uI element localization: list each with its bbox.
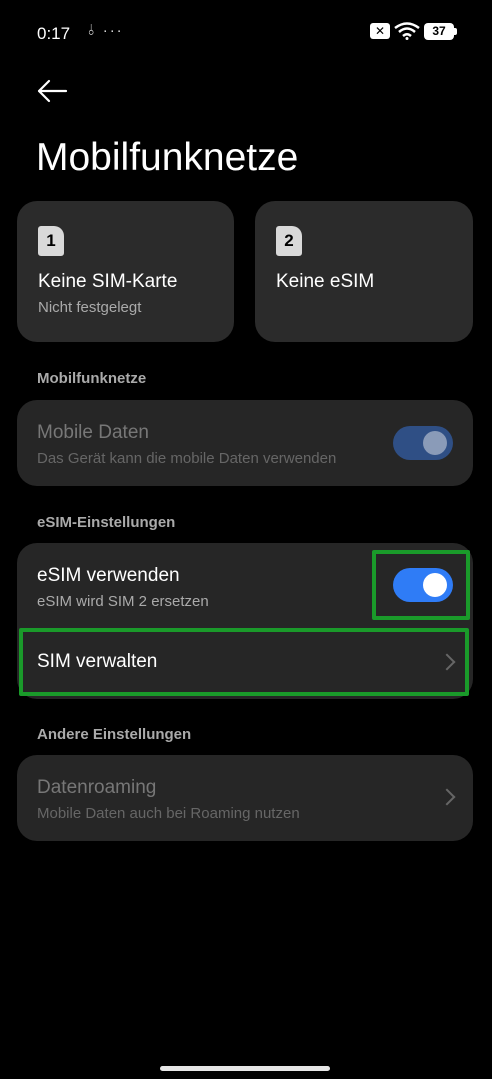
section-header-other: Andere Einstellungen [37, 726, 192, 743]
toggle-knob [423, 573, 447, 597]
mobile-data-group: Mobile Daten Das Gerät kann die mobile D… [17, 400, 473, 486]
notification-icons: ⫰ ··· [88, 22, 124, 39]
back-button[interactable] [34, 76, 70, 106]
use-esim-row[interactable]: eSIM verwenden eSIM wird SIM 2 ersetzen [17, 543, 473, 625]
chevron-right-icon [438, 653, 456, 671]
roaming-row[interactable]: Datenroaming Mobile Daten auch bei Roami… [17, 755, 473, 841]
sim-2-icon: 2 [276, 226, 302, 256]
status-right-icons: ✕ 37 [370, 22, 457, 40]
mobile-data-toggle[interactable] [393, 426, 453, 460]
sim-card-title: Keine SIM-Karte [38, 271, 178, 292]
section-header-mobile: Mobilfunknetze [37, 370, 147, 387]
sim-card-2[interactable]: 2 Keine eSIM [255, 201, 473, 342]
use-esim-title: eSIM verwenden [37, 565, 180, 586]
mobile-data-row[interactable]: Mobile Daten Das Gerät kann die mobile D… [17, 400, 473, 486]
use-esim-toggle[interactable] [393, 568, 453, 602]
status-time: 0:17 [37, 24, 71, 43]
use-esim-subtitle: eSIM wird SIM 2 ersetzen [37, 593, 209, 610]
wifi-icon [394, 22, 420, 40]
mobile-data-title: Mobile Daten [37, 422, 149, 443]
toggle-knob [423, 431, 447, 455]
chevron-right-icon [438, 788, 456, 806]
sim-card-title: Keine eSIM [276, 271, 375, 292]
battery-icon: 37 [424, 22, 457, 40]
roaming-title: Datenroaming [37, 777, 157, 798]
roaming-group: Datenroaming Mobile Daten auch bei Roami… [17, 755, 473, 841]
roaming-subtitle: Mobile Daten auch bei Roaming nutzen [37, 805, 300, 822]
section-header-esim: eSIM-Einstellungen [37, 514, 176, 531]
page-title: Mobilfunknetze [36, 136, 299, 179]
arrow-left-icon [37, 79, 68, 103]
home-indicator[interactable] [160, 1066, 330, 1071]
manage-sim-title: SIM verwalten [37, 651, 158, 672]
sim-card-1[interactable]: 1 Keine SIM-Karte Nicht festgelegt [17, 201, 234, 342]
mobile-data-subtitle: Das Gerät kann die mobile Daten verwende… [37, 450, 337, 467]
sim-card-subtitle: Nicht festgelegt [38, 299, 142, 316]
manage-sim-row[interactable]: SIM verwalten [17, 625, 473, 699]
no-sim-icon: ✕ [370, 23, 390, 39]
sim-1-icon: 1 [38, 226, 64, 256]
esim-group: eSIM verwenden eSIM wird SIM 2 ersetzen … [17, 543, 473, 699]
status-bar: 0:17 ⫰ ··· ✕ 37 [0, 0, 492, 64]
